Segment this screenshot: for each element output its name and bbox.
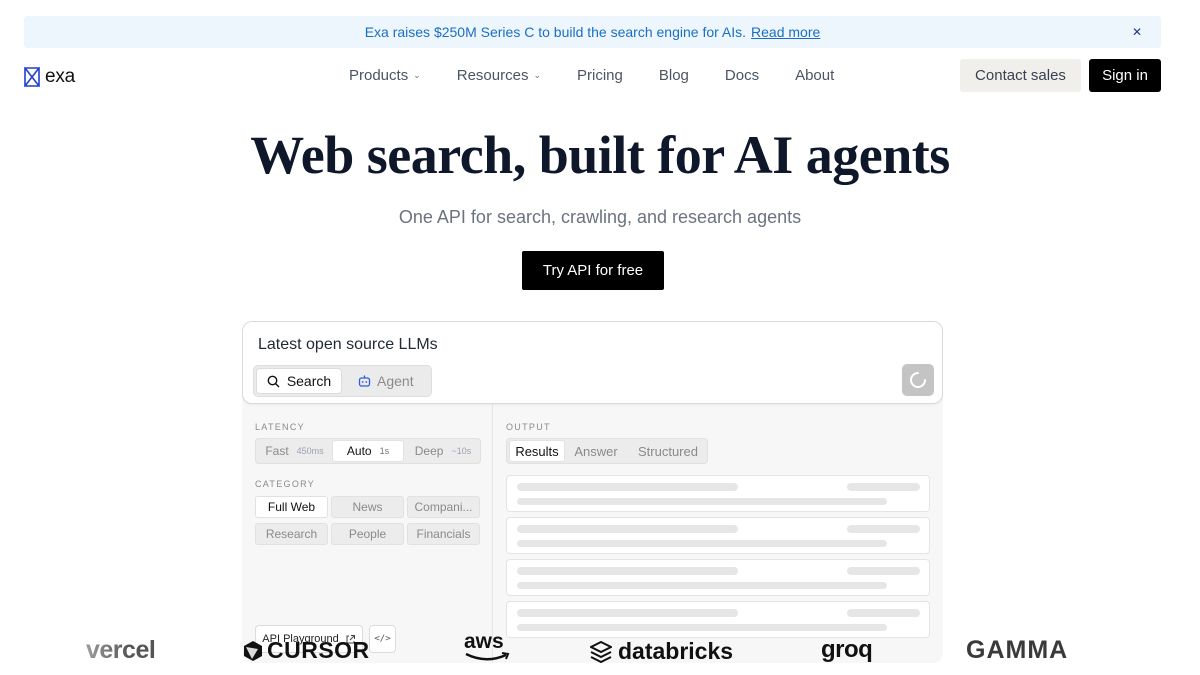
close-icon[interactable]: ✕ bbox=[1129, 24, 1145, 40]
groq-logo: groq bbox=[821, 636, 873, 664]
groq-logo-text: groq bbox=[821, 636, 873, 663]
mode-agent-label: Agent bbox=[377, 373, 414, 389]
category-full-web[interactable]: Full Web bbox=[255, 496, 328, 518]
gamma-logo: GAMMA bbox=[966, 636, 1068, 665]
category-people[interactable]: People bbox=[331, 523, 404, 545]
result-skeleton-row bbox=[506, 559, 930, 596]
skeleton-bar bbox=[847, 567, 920, 575]
tab-results[interactable]: Results bbox=[509, 440, 565, 462]
result-skeleton-row bbox=[506, 475, 930, 512]
customer-logos-strip: vercel CURSOR aws databricks groq GAMMA bbox=[0, 628, 1200, 675]
chevron-down-icon: ⌄ bbox=[533, 70, 541, 80]
exa-logo-icon bbox=[24, 67, 40, 87]
nav-item-label: Resources bbox=[456, 67, 529, 84]
loading-spinner-icon bbox=[910, 372, 926, 388]
latency-auto-option[interactable]: Auto 1s bbox=[332, 440, 404, 462]
output-label: OUTPUT bbox=[506, 422, 551, 432]
skeleton-bar bbox=[847, 483, 920, 491]
banner-text: Exa raises $250M Series C to build the s… bbox=[364, 24, 747, 40]
search-query-text[interactable]: Latest open source LLMs bbox=[258, 336, 438, 354]
skeleton-bar bbox=[517, 483, 738, 491]
tab-answer[interactable]: Answer bbox=[569, 440, 623, 462]
latency-option-label: Auto bbox=[346, 444, 372, 458]
output-tabs: Results Answer Structured bbox=[506, 438, 708, 464]
nav-item-label: About bbox=[795, 67, 835, 84]
latency-fast-option[interactable]: Fast 450ms bbox=[258, 440, 331, 462]
nav-item-blog[interactable]: Blog bbox=[659, 67, 689, 84]
latency-option-time: ~10s bbox=[451, 446, 472, 456]
latency-option-label: Deep bbox=[414, 444, 444, 458]
options-column: LATENCY Fast 450ms Auto 1s Deep ~10s CAT… bbox=[242, 404, 493, 663]
skeleton-bar bbox=[517, 498, 887, 505]
tab-structured[interactable]: Structured bbox=[629, 440, 707, 462]
try-api-button[interactable]: Try API for free bbox=[522, 251, 664, 290]
nav-item-label: Products bbox=[349, 67, 409, 84]
hero-title: Web search, built for AI agents bbox=[250, 125, 950, 185]
nav-item-label: Docs bbox=[724, 67, 760, 84]
mode-agent-button[interactable]: Agent bbox=[358, 368, 428, 394]
logo-fade-right bbox=[1090, 628, 1200, 675]
databricks-logo-text: databricks bbox=[618, 638, 734, 664]
output-column: OUTPUT Results Answer Structured bbox=[494, 404, 943, 663]
hero-subtitle: One API for search, crawling, and resear… bbox=[398, 207, 802, 227]
search-icon bbox=[267, 375, 280, 387]
skeleton-bar bbox=[517, 540, 887, 547]
submit-search-button[interactable] bbox=[902, 364, 934, 396]
latency-deep-option[interactable]: Deep ~10s bbox=[406, 440, 480, 462]
main-menu: Products ⌄ Resources ⌄ Pricing Blog Docs… bbox=[349, 67, 834, 84]
category-companies[interactable]: Compani... bbox=[407, 496, 480, 518]
nav-item-docs[interactable]: Docs bbox=[725, 67, 759, 84]
latency-option-label: Fast bbox=[265, 444, 289, 458]
nav-item-about[interactable]: About bbox=[795, 67, 834, 84]
result-skeleton-row bbox=[506, 517, 930, 554]
nav-item-resources[interactable]: Resources ⌄ bbox=[457, 67, 541, 84]
search-box[interactable]: Latest open source LLMs Search Agent bbox=[242, 321, 943, 404]
cursor-logo: CURSOR bbox=[243, 637, 370, 664]
exa-logo[interactable]: exa bbox=[24, 66, 75, 88]
skeleton-bar bbox=[517, 525, 738, 533]
aws-logo-text: aws bbox=[464, 630, 504, 653]
category-research[interactable]: Research bbox=[255, 523, 328, 545]
banner-read-more-link[interactable]: Read more bbox=[751, 24, 820, 40]
databricks-logo: databricks bbox=[590, 638, 733, 665]
mode-search-button[interactable]: Search bbox=[256, 368, 342, 394]
skeleton-bar bbox=[517, 609, 738, 617]
databricks-logo-icon bbox=[590, 640, 612, 663]
skeleton-bar bbox=[517, 567, 738, 575]
category-financials[interactable]: Financials bbox=[407, 523, 480, 545]
nav-item-pricing[interactable]: Pricing bbox=[577, 67, 623, 84]
skeleton-bar bbox=[847, 525, 920, 533]
search-demo-panel: Latest open source LLMs Search Agent LAT… bbox=[242, 321, 943, 663]
chevron-down-icon: ⌄ bbox=[413, 70, 421, 80]
logo-fade-left bbox=[0, 628, 130, 675]
nav-item-products[interactable]: Products ⌄ bbox=[349, 67, 421, 84]
category-label: CATEGORY bbox=[255, 479, 316, 489]
cursor-logo-icon bbox=[244, 640, 262, 661]
skeleton-bar bbox=[847, 609, 920, 617]
top-nav: exa Products ⌄ Resources ⌄ Pricing Blog … bbox=[0, 59, 1200, 93]
cursor-logo-text: CURSOR bbox=[267, 637, 370, 663]
aws-logo: aws bbox=[464, 630, 512, 662]
latency-label: LATENCY bbox=[255, 422, 305, 432]
announcement-banner: Exa raises $250M Series C to build the s… bbox=[24, 16, 1161, 48]
category-news[interactable]: News bbox=[331, 496, 404, 518]
nav-item-label: Blog bbox=[658, 67, 689, 84]
nav-item-label: Pricing bbox=[577, 67, 623, 84]
latency-selector: Fast 450ms Auto 1s Deep ~10s bbox=[255, 438, 481, 464]
latency-option-time: 1s bbox=[379, 446, 390, 456]
aws-smile-icon bbox=[465, 652, 510, 661]
contact-sales-button[interactable]: Contact sales bbox=[960, 59, 1081, 92]
skeleton-bar bbox=[517, 582, 887, 589]
gamma-logo-text: GAMMA bbox=[966, 636, 1069, 664]
mode-toggle: Search Agent bbox=[253, 365, 432, 397]
mode-search-label: Search bbox=[286, 373, 332, 389]
robot-icon bbox=[358, 375, 371, 387]
sign-in-button[interactable]: Sign in bbox=[1089, 59, 1161, 92]
latency-option-time: 450ms bbox=[296, 446, 324, 456]
logo-wordmark: exa bbox=[45, 66, 76, 87]
